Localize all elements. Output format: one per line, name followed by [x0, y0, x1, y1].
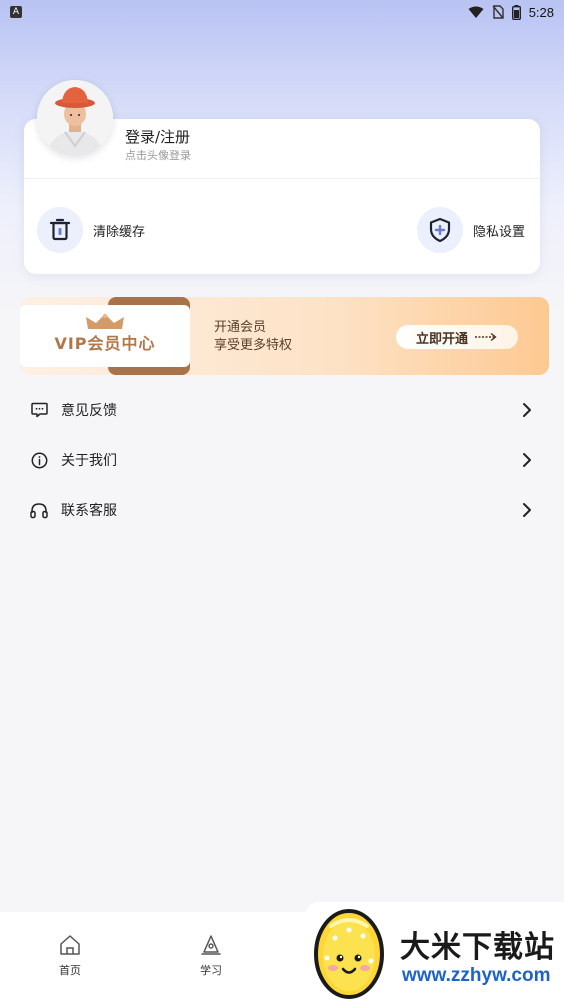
menu-label-customer-service: 联系客服: [61, 503, 117, 519]
info-icon: [30, 451, 48, 469]
privacy-settings-button[interactable]: 隐私设置: [417, 207, 525, 253]
clear-cache-button[interactable]: 清除缓存: [37, 207, 145, 253]
watermark-url: www.zzhyw.com: [402, 965, 551, 986]
trash-icon: [37, 207, 83, 253]
chevron-right-icon: [523, 453, 531, 467]
chevron-right-icon: [523, 503, 531, 517]
battery-icon: [511, 4, 521, 20]
vip-banner[interactable]: VIP会员中心 开通会员 享受更多特权 立即开通: [20, 297, 549, 375]
card-divider: [24, 178, 540, 179]
nav-study[interactable]: 学习: [181, 934, 241, 978]
login-register-title[interactable]: 登录/注册: [125, 126, 190, 147]
rice-mascot-icon: [314, 909, 384, 999]
study-icon: [201, 935, 221, 955]
wifi-icon: [468, 6, 484, 18]
vip-description: 开通会员 享受更多特权: [214, 319, 292, 355]
vip-line-2: 享受更多特权: [214, 338, 293, 353]
arrow-right-icon: [475, 332, 497, 342]
nav-study-label: 学习: [200, 964, 222, 977]
nav-home[interactable]: 首页: [40, 934, 100, 978]
menu-label-about: 关于我们: [61, 453, 117, 469]
feedback-icon: [30, 401, 48, 419]
nav-home-label: 首页: [59, 964, 81, 977]
chevron-right-icon: [523, 403, 531, 417]
vip-badge: VIP会员中心: [20, 305, 190, 367]
status-bar: A 5:28: [0, 0, 564, 24]
notification-indicator-icon: A: [10, 6, 22, 18]
no-sim-icon: [492, 5, 504, 19]
clock: 5:28: [528, 4, 554, 20]
privacy-settings-label: 隐私设置: [473, 224, 526, 240]
menu-item-feedback[interactable]: 意见反馈: [0, 390, 564, 430]
avatar-figure-icon: [37, 80, 113, 156]
clear-cache-label: 清除缓存: [93, 224, 146, 240]
open-vip-button[interactable]: 立即开通: [396, 325, 518, 349]
watermark-title: 大米下载站: [400, 930, 555, 965]
login-hint: 点击头像登录: [125, 149, 191, 162]
headset-icon: [30, 501, 48, 519]
avatar[interactable]: [37, 80, 113, 156]
vip-center-title: VIP会员中心: [54, 334, 156, 353]
open-vip-label: 立即开通: [415, 331, 468, 347]
site-watermark: 大米下载站 www.zzhyw.com: [305, 902, 564, 1002]
home-icon: [60, 935, 80, 955]
menu-item-customer-service[interactable]: 联系客服: [0, 490, 564, 530]
crown-icon: [86, 313, 124, 329]
menu-label-feedback: 意见反馈: [61, 403, 117, 419]
menu-item-about[interactable]: 关于我们: [0, 440, 564, 480]
vip-line-1: 开通会员: [214, 320, 267, 335]
shield-plus-icon: [417, 207, 463, 253]
